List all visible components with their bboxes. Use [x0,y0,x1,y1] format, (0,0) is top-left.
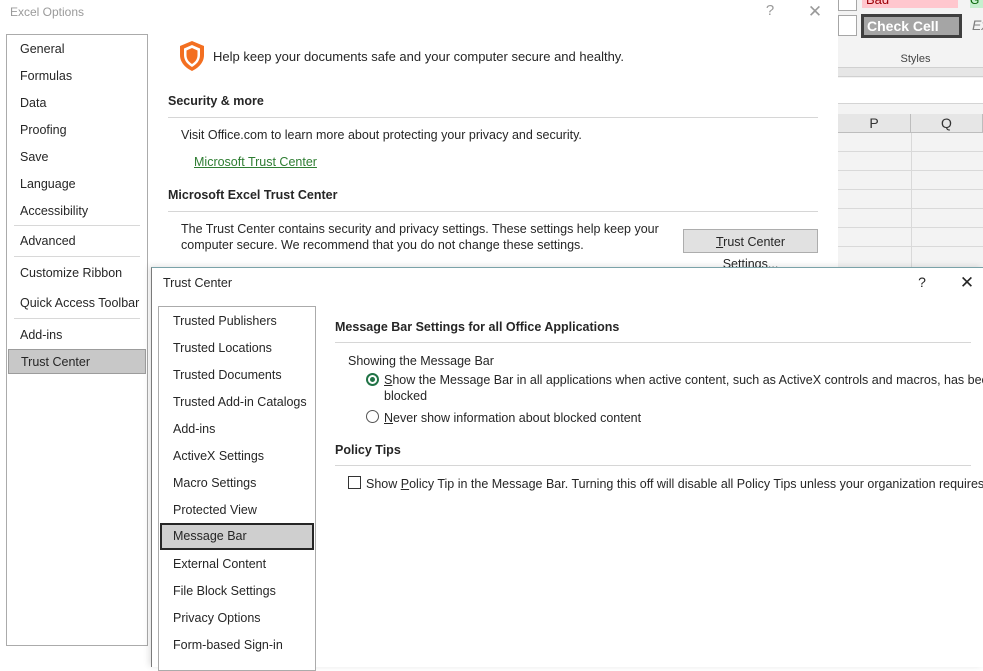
nav-item-macro-settings[interactable]: Macro Settings [159,470,315,496]
column-header-q[interactable]: Q [911,114,983,133]
grid-line [838,227,983,228]
formula-bar[interactable] [838,78,983,104]
close-button[interactable]: ✕ [958,273,976,293]
grid-line [911,133,912,268]
help-button[interactable]: ? [914,274,930,294]
section-heading-policy-tips: Policy Tips [335,443,401,457]
nav-item-data[interactable]: Data [7,91,147,116]
microsoft-trust-center-link[interactable]: Microsoft Trust Center [194,155,317,169]
options-nav: General Formulas Data Proofing Save Lang… [6,34,148,646]
nav-item-add-ins[interactable]: Add-ins [159,416,315,442]
section-heading-security: Security & more [168,94,264,108]
section-heading-trust-center: Microsoft Excel Trust Center [168,188,338,202]
radio-never-show[interactable] [366,410,379,423]
security-headline: Help keep your documents safe and your c… [213,49,624,64]
nav-item-advanced[interactable]: Advanced [7,229,147,254]
trust-center-settings-button[interactable]: Trust Center Settings... [683,229,818,271]
dialog-title: Trust Center [163,276,233,290]
nav-item-formulas[interactable]: Formulas [7,64,147,89]
nav-item-trusted-publishers[interactable]: Trusted Publishers [159,308,315,334]
security-text: Visit Office.com to learn more about pro… [181,128,582,142]
label-rest: olicy Tip in the Message Bar. Turning th… [409,477,983,491]
nav-item-privacy-options[interactable]: Privacy Options [159,605,315,631]
nav-item-quick-access-toolbar[interactable]: Quick Access Toolbar [7,291,147,316]
trust-center-text-line1: The Trust Center contains security and p… [181,222,659,236]
column-headers: P Q [838,114,983,133]
style-good[interactable]: G [970,0,983,8]
style-bad[interactable]: Bad [862,0,958,8]
grid-line [838,170,983,171]
nav-item-activex-settings[interactable]: ActiveX Settings [159,443,315,469]
label-prefix: Show [366,477,401,491]
style-explanatory[interactable]: Ex [972,17,983,33]
ribbon-separator [838,67,983,77]
nav-item-message-bar[interactable]: Message Bar [160,523,314,550]
excel-background: Bad G Check Cell Ex Styles P Q [838,0,983,268]
radio-never-show-label[interactable]: Never show information about blocked con… [384,411,641,425]
grid-line [838,151,983,152]
nav-divider [14,225,140,226]
style-swatch-blank[interactable] [838,0,857,11]
showing-message-bar-label: Showing the Message Bar [348,354,494,368]
nav-item-general[interactable]: General [7,37,147,62]
style-swatch-blank-2[interactable] [838,15,857,36]
section-divider [335,465,971,466]
nav-item-language[interactable]: Language [7,172,147,197]
policy-tip-label[interactable]: Show Policy Tip in the Message Bar. Turn… [366,477,983,491]
trust-center-dialog: Trust Center ? ✕ Trusted Publishers Trus… [151,267,983,671]
accelerator-key: N [384,411,394,425]
nav-item-trusted-add-in-catalogs[interactable]: Trusted Add-in Catalogs [159,389,315,415]
grid-line [838,208,983,209]
section-heading-message-bar: Message Bar Settings for all Office Appl… [335,320,620,334]
nav-item-trust-center[interactable]: Trust Center [8,349,146,374]
nav-item-trusted-documents[interactable]: Trusted Documents [159,362,315,388]
nav-item-customize-ribbon[interactable]: Customize Ribbon [7,261,147,286]
policy-tip-checkbox[interactable] [348,476,361,489]
nav-item-trusted-locations[interactable]: Trusted Locations [159,335,315,361]
nav-item-form-based-sign-in[interactable]: Form-based Sign-in [159,632,315,658]
section-divider [168,117,818,118]
trust-center-text-line2: computer secure. We recommend that you d… [181,238,584,252]
nav-item-external-content[interactable]: External Content [159,551,315,577]
style-check-cell[interactable]: Check Cell [861,14,962,38]
radio-show-message-bar[interactable] [366,373,379,386]
nav-divider [14,256,140,257]
column-header-p[interactable]: P [838,114,911,133]
shield-icon [180,41,204,71]
grid-line [838,189,983,190]
section-divider [168,211,818,212]
nav-item-proofing[interactable]: Proofing [7,118,147,143]
trust-center-nav: Trusted Publishers Trusted Locations Tru… [158,306,316,671]
section-divider [335,342,971,343]
option-label: how the Message Bar in all applications … [392,373,983,387]
close-button[interactable]: ✕ [806,2,824,22]
nav-item-file-block-settings[interactable]: File Block Settings [159,578,315,604]
nav-item-accessibility[interactable]: Accessibility [7,199,147,224]
nav-item-add-ins[interactable]: Add-ins [7,323,147,348]
accelerator-key: P [400,477,410,491]
dialog-title: Excel Options [10,5,85,19]
nav-item-save[interactable]: Save [7,145,147,170]
nav-item-protected-view[interactable]: Protected View [159,497,315,523]
radio-show-message-bar-label-line1[interactable]: Show the Message Bar in all applications… [384,373,983,387]
help-button[interactable]: ? [762,2,778,22]
nav-divider [14,318,140,319]
radio-show-message-bar-label-line2[interactable]: blocked [384,389,427,403]
grid-line [838,246,983,247]
button-label: rust Center Settings... [722,235,785,271]
option-label: ever show information about blocked cont… [393,411,642,425]
